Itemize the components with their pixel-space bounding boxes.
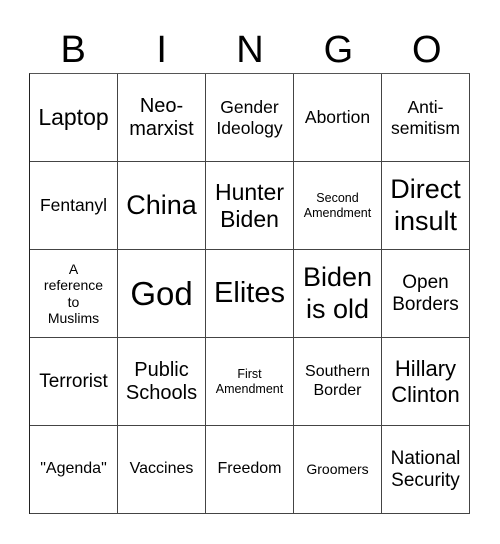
bingo-cell[interactable]: Laptop [30, 74, 118, 162]
bingo-cell[interactable]: Biden is old [294, 250, 382, 338]
bingo-cell[interactable]: "Agenda" [30, 426, 118, 514]
bingo-cell[interactable]: Abortion [294, 74, 382, 162]
bingo-cell[interactable]: Terrorist [30, 338, 118, 426]
bingo-cell[interactable]: Second Amendment [294, 162, 382, 250]
bingo-cell[interactable]: God [118, 250, 206, 338]
bingo-cell[interactable]: Neo-marxist [118, 74, 206, 162]
header-letter-i: I [156, 29, 167, 71]
bingo-header: B I N G O [29, 28, 471, 73]
header-letter-n: N [236, 29, 264, 71]
bingo-cell[interactable]: Elites [206, 250, 294, 338]
bingo-cell[interactable]: Freedom [206, 426, 294, 514]
bingo-cell[interactable]: Areference to Muslims [30, 250, 118, 338]
bingo-cell[interactable]: Hillary Clinton [382, 338, 470, 426]
bingo-cell[interactable]: Vaccines [118, 426, 206, 514]
header-letter-b: B [60, 29, 86, 71]
header-letter-g: G [323, 29, 354, 71]
bingo-cell[interactable]: Hunter Biden [206, 162, 294, 250]
header-letter-o: O [412, 29, 442, 71]
bingo-cell[interactable]: Southern Border [294, 338, 382, 426]
bingo-cell[interactable]: China [118, 162, 206, 250]
bingo-cell[interactable]: Gender Ideology [206, 74, 294, 162]
bingo-cell[interactable]: National Security [382, 426, 470, 514]
bingo-cell[interactable]: Fentanyl [30, 162, 118, 250]
bingo-grid: Laptop Neo-marxist Gender Ideology Aborti… [29, 73, 470, 514]
bingo-cell[interactable]: First Amendment [206, 338, 294, 426]
bingo-cell[interactable]: Public Schools [118, 338, 206, 426]
bingo-cell[interactable]: Groomers [294, 426, 382, 514]
bingo-cell[interactable]: Open Borders [382, 250, 470, 338]
bingo-cell[interactable]: Direct insult [382, 162, 470, 250]
bingo-cell[interactable]: Anti-semitism [382, 74, 470, 162]
